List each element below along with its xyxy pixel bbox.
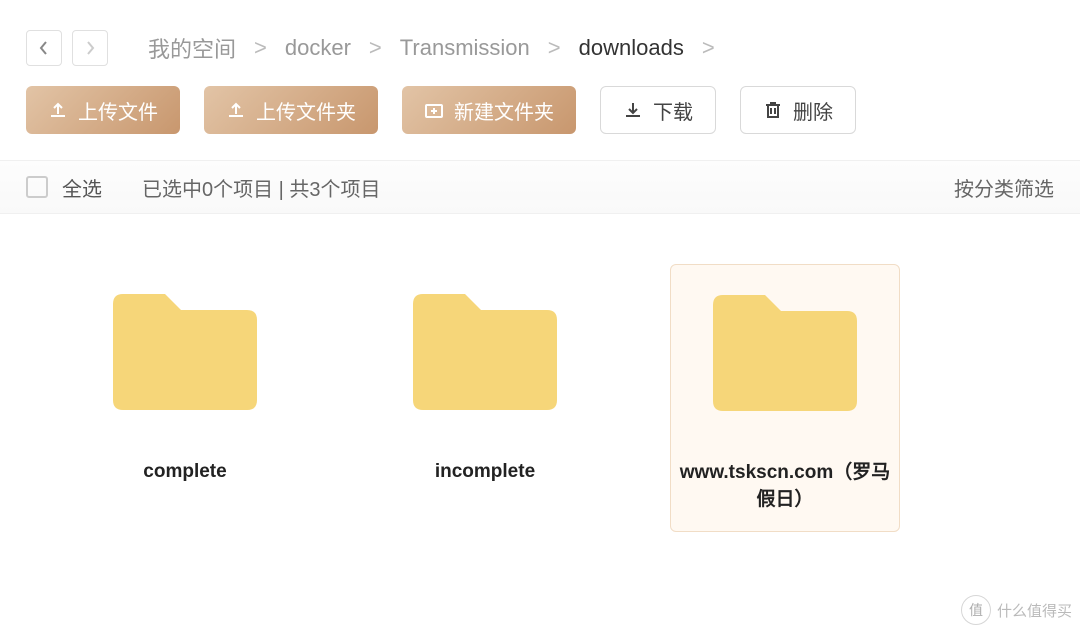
selection-info: 已选中0个项目 | 共3个项目 (142, 173, 381, 202)
breadcrumb-item-docker[interactable]: docker (285, 35, 351, 61)
breadcrumb-separator: > (369, 35, 382, 61)
nav-back-button[interactable] (26, 30, 62, 66)
breadcrumb: 我的空间 > docker > Transmission > downloads… (148, 32, 715, 64)
button-label: 删除 (793, 96, 833, 125)
breadcrumb-item-transmission[interactable]: Transmission (400, 35, 530, 61)
folder-icon (105, 284, 265, 419)
trash-icon (763, 100, 783, 120)
download-icon (623, 100, 643, 120)
selection-bar: 全选 已选中0个项目 | 共3个项目 按分类筛选 (0, 160, 1080, 214)
folder-name: incomplete (435, 459, 535, 486)
folder-icon (405, 284, 565, 419)
upload-folder-button[interactable]: 上传文件夹 (204, 86, 378, 134)
breadcrumb-separator: > (548, 35, 561, 61)
new-folder-icon (424, 100, 444, 120)
nav-forward-button[interactable] (72, 30, 108, 66)
folder-name: www.tskscn.com（罗马假日） (679, 460, 891, 513)
breadcrumb-separator: > (254, 35, 267, 61)
chevron-left-icon (39, 41, 49, 55)
file-grid: complete incomplete www.tskscn.com（罗马假日） (0, 214, 1080, 582)
button-label: 新建文件夹 (454, 96, 554, 125)
folder-icon (705, 285, 865, 420)
filter-by-category[interactable]: 按分类筛选 (954, 173, 1054, 202)
select-all-label: 全选 (62, 173, 102, 202)
breadcrumb-separator: > (702, 35, 715, 61)
button-label: 上传文件夹 (256, 96, 356, 125)
select-all-checkbox[interactable] (26, 176, 48, 198)
chevron-right-icon (85, 41, 95, 55)
upload-icon (48, 100, 68, 120)
watermark-badge: 值 (961, 595, 991, 625)
download-button[interactable]: 下载 (600, 86, 716, 134)
folder-name: complete (143, 459, 226, 486)
breadcrumb-item-root[interactable]: 我的空间 (148, 32, 236, 64)
folder-item[interactable]: www.tskscn.com（罗马假日） (670, 264, 900, 532)
watermark-text: 什么值得买 (997, 600, 1072, 621)
delete-button[interactable]: 删除 (740, 86, 856, 134)
upload-icon (226, 100, 246, 120)
watermark: 值 什么值得买 (961, 595, 1072, 625)
folder-item[interactable]: complete (70, 264, 300, 532)
breadcrumb-item-current[interactable]: downloads (579, 35, 684, 61)
toolbar: 上传文件 上传文件夹 新建文件夹 下载 删除 (0, 86, 1080, 160)
upload-file-button[interactable]: 上传文件 (26, 86, 180, 134)
button-label: 下载 (653, 96, 693, 125)
new-folder-button[interactable]: 新建文件夹 (402, 86, 576, 134)
button-label: 上传文件 (78, 96, 158, 125)
folder-item[interactable]: incomplete (370, 264, 600, 532)
